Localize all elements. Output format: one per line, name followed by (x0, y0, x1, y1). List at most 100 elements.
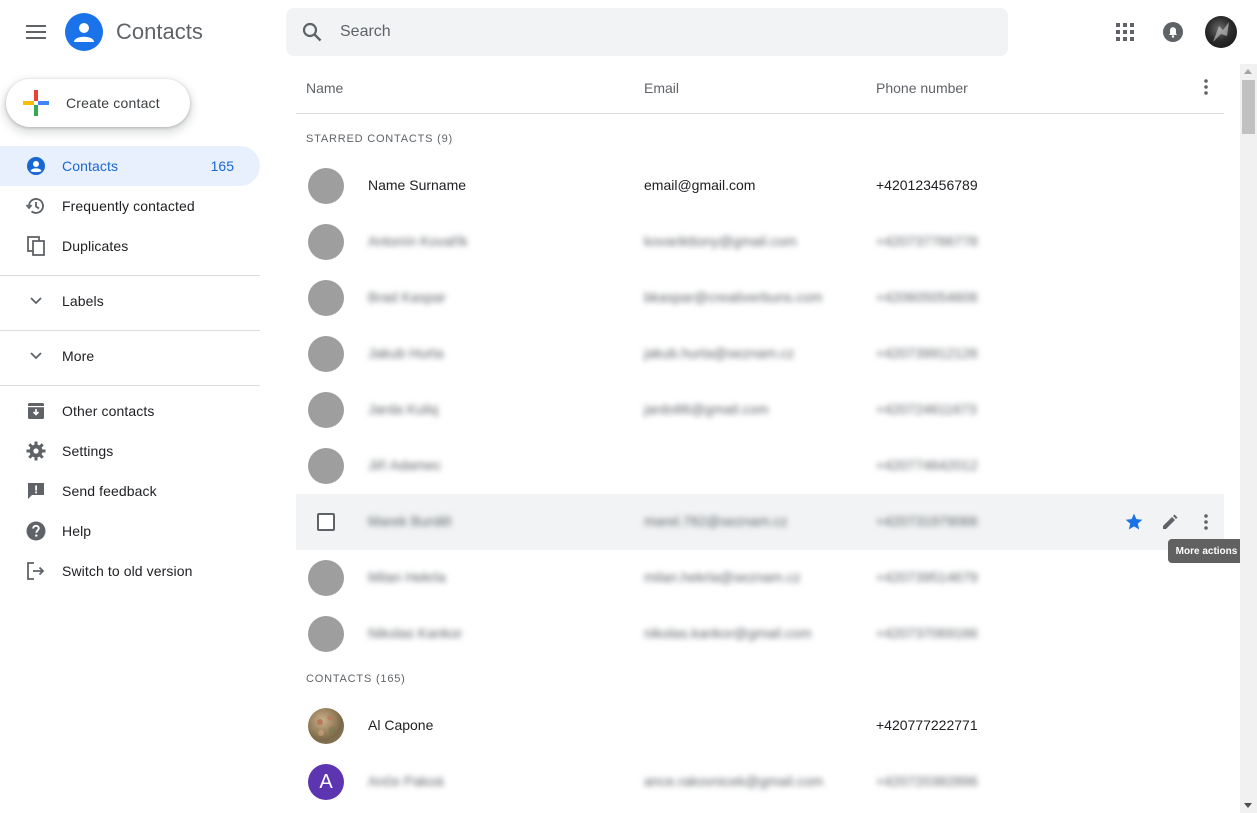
table-row[interactable]: Jarda Kuliq jardo86@gmail.com +420724611… (296, 382, 1224, 438)
contact-phone: +420774642012 (876, 457, 978, 473)
contact-name: Brad Kaspar (368, 289, 446, 305)
history-icon (0, 186, 62, 226)
sidebar-item-label: Other contacts (62, 403, 155, 419)
star-icon[interactable] (1122, 510, 1146, 534)
copy-icon (0, 226, 62, 266)
exit-icon (0, 551, 62, 591)
contact-email: nikolas.kankor@gmail.com (644, 625, 812, 641)
contact-phone: +420724611673 (876, 401, 977, 417)
table-row[interactable]: A Anče Pakoá ance.rakovnicek@gmail.com +… (296, 754, 1224, 810)
contacts-list-header: Name Email Phone number (296, 64, 1224, 114)
avatar (308, 560, 344, 596)
table-row[interactable]: Jakub Hurta jakub.hurta@seznam.cz +42073… (296, 326, 1224, 382)
avatar (308, 168, 344, 204)
sidebar-item-duplicates[interactable]: Duplicates (0, 226, 260, 266)
search-icon[interactable] (286, 8, 338, 56)
help-icon (0, 511, 62, 551)
contact-name: Jakub Hurta (368, 345, 444, 361)
column-header-name[interactable]: Name (306, 80, 343, 96)
section-header-contacts: CONTACTS (165) (306, 673, 406, 685)
list-options-icon[interactable] (1192, 73, 1220, 101)
sidebar-item-other-contacts[interactable]: Other contacts (0, 391, 260, 431)
notifications-icon[interactable] (1158, 17, 1188, 47)
table-row[interactable]: Name Surname email@gmail.com +4201234567… (296, 158, 1224, 214)
sidebar-item-help[interactable]: Help (0, 511, 260, 551)
archive-icon (0, 391, 62, 431)
scrollbar[interactable] (1240, 64, 1257, 813)
select-checkbox[interactable] (317, 513, 335, 531)
sidebar-item-settings[interactable]: Settings (0, 431, 260, 471)
main-menu-icon[interactable] (16, 12, 56, 52)
section-header-starred: STARRED CONTACTS (9) (306, 133, 453, 145)
table-row[interactable]: Antonín Kovařík kovarikttony@gmail.com +… (296, 214, 1224, 270)
contact-name: Name Surname (368, 177, 467, 193)
scroll-down-arrow-icon[interactable] (1244, 803, 1252, 808)
scrollbar-thumb[interactable] (1242, 80, 1255, 134)
contacts-count-badge: 165 (210, 158, 234, 174)
contact-name: Marek Burděl (368, 513, 452, 529)
sidebar-item-label: Labels (62, 293, 104, 309)
contact-name: Anče Pakoá (368, 773, 444, 789)
gear-icon (0, 431, 62, 471)
contacts-app: Contacts Search Create contact Contacts … (0, 0, 1257, 813)
avatar (308, 448, 344, 484)
scroll-up-arrow-icon[interactable] (1244, 69, 1252, 74)
sidebar-item-send-feedback[interactable]: Send feedback (0, 471, 260, 511)
table-row-hovered[interactable]: Marek Burděl marel.782@seznam.cz +420731… (296, 494, 1224, 550)
sidebar-item-frequently-contacted[interactable]: Frequently contacted (0, 186, 260, 226)
contact-phone: +420777222771 (876, 717, 978, 733)
contact-email: ance.rakovnicek@gmail.com (644, 773, 824, 789)
account-avatar[interactable] (1205, 16, 1237, 48)
apps-grid-icon[interactable] (1110, 17, 1140, 47)
search-input[interactable]: Search (340, 23, 391, 41)
avatar (308, 616, 344, 652)
avatar (308, 336, 344, 372)
sidebar-item-label: Duplicates (62, 238, 129, 254)
contact-phone: +420737069166 (876, 625, 978, 641)
edit-pencil-icon[interactable] (1158, 510, 1182, 534)
create-contact-button[interactable]: Create contact (6, 79, 190, 127)
person-icon (0, 146, 62, 186)
table-row[interactable]: Jiří Adamec +420774642012 (296, 438, 1224, 494)
sidebar-item-contacts[interactable]: Contacts 165 (0, 146, 260, 186)
table-row[interactable]: Al Capone +420777222771 (296, 698, 1224, 754)
contact-email: jardo86@gmail.com (644, 401, 769, 417)
sidebar-item-switch-old-version[interactable]: Switch to old version (0, 551, 260, 591)
table-row[interactable]: Milan Hekrla milan.hekrla@seznam.cz +420… (296, 550, 1224, 606)
table-row[interactable]: Nikolas Kankor nikolas.kankor@gmail.com … (296, 606, 1224, 662)
contact-phone: +420720382896 (876, 773, 978, 789)
sidebar-item-label: Frequently contacted (62, 198, 195, 214)
contact-phone: +420605054606 (876, 289, 978, 305)
create-contact-label: Create contact (66, 95, 160, 111)
contact-name: Jiří Adamec (368, 457, 442, 473)
sidebar-item-label: More (62, 348, 95, 364)
contact-phone: +420123456789 (876, 177, 978, 193)
contact-phone: +420739912126 (876, 345, 978, 361)
contact-name: Al Capone (368, 717, 434, 733)
search-bar[interactable]: Search (286, 8, 1008, 56)
contact-email: milan.hekrla@seznam.cz (644, 569, 801, 585)
contacts-logo-icon (65, 13, 103, 51)
avatar (308, 392, 344, 428)
sidebar-item-label: Switch to old version (62, 563, 193, 579)
sidebar-item-label: Send feedback (62, 483, 157, 499)
chevron-down-icon (0, 336, 62, 376)
contact-email: email@gmail.com (644, 177, 756, 193)
contact-email: kovarikttony@gmail.com (644, 233, 797, 249)
contact-name: Jarda Kuliq (368, 401, 439, 417)
contact-email: marel.782@seznam.cz (644, 513, 788, 529)
feedback-icon (0, 471, 62, 511)
sidebar-item-label: Help (62, 523, 92, 539)
sidebar-item-labels[interactable]: Labels (0, 281, 260, 321)
avatar (308, 224, 344, 260)
table-row[interactable]: Brad Kaspar bkaspar@creativerbuns.com +4… (296, 270, 1224, 326)
more-actions-icon[interactable] (1194, 510, 1218, 534)
sidebar-divider (0, 330, 260, 331)
app-title: Contacts (116, 19, 203, 44)
avatar-initial: A (308, 764, 344, 800)
column-header-phone[interactable]: Phone number (876, 80, 968, 96)
column-header-email[interactable]: Email (644, 80, 679, 96)
contact-name: Antonín Kovařík (368, 233, 468, 249)
sidebar-item-more[interactable]: More (0, 336, 260, 376)
contact-name: Milan Hekrla (368, 569, 446, 585)
